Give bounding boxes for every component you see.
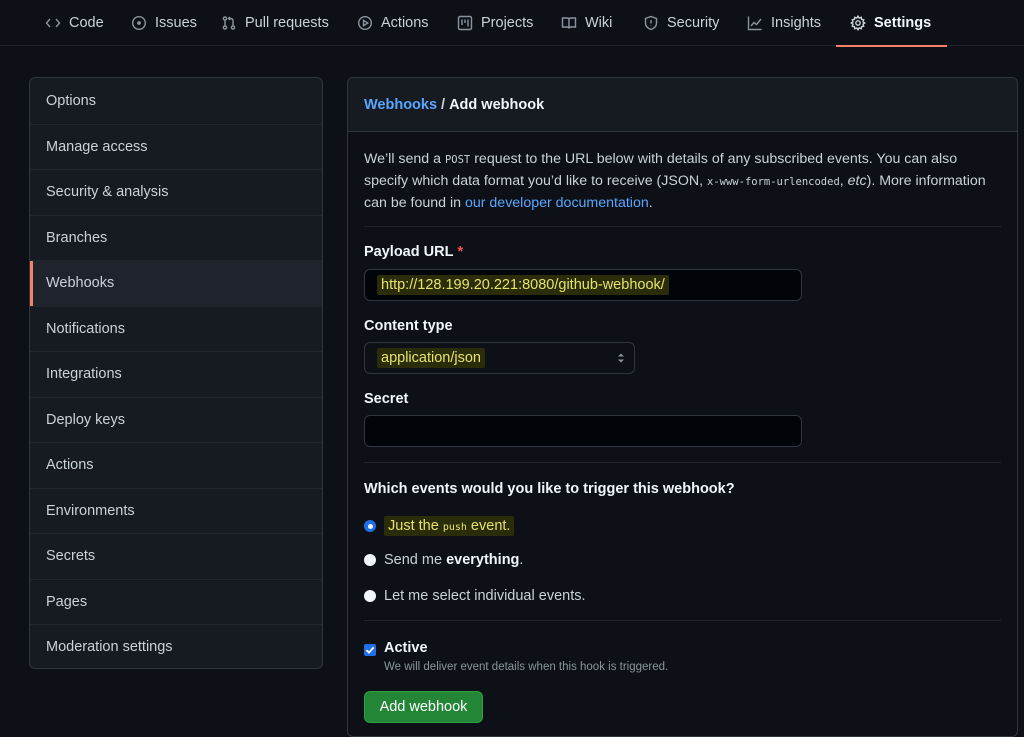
developer-docs-link[interactable]: our developer documentation bbox=[465, 195, 649, 211]
payload-url-label: Payload URL * bbox=[364, 244, 464, 260]
gear-icon bbox=[850, 15, 866, 31]
sidebar-item-notifications[interactable]: Notifications bbox=[30, 305, 322, 352]
divider bbox=[364, 462, 1001, 463]
tab-projects[interactable]: Projects bbox=[457, 0, 533, 46]
code-post: POST bbox=[444, 154, 471, 166]
tab-insights[interactable]: Insights bbox=[747, 0, 821, 46]
repo-tab-bar: Code Issues Pull requests Actions Projec… bbox=[0, 0, 1024, 47]
tab-actions[interactable]: Actions bbox=[357, 0, 429, 46]
radio-button[interactable] bbox=[364, 590, 376, 602]
code-icon bbox=[45, 18, 61, 28]
sidebar-item-secrets[interactable]: Secrets bbox=[30, 533, 322, 579]
required-marker: * bbox=[457, 244, 464, 260]
tab-wiki[interactable]: Wiki bbox=[561, 0, 612, 46]
code-form-urlencoded: x-www-form-urlencoded bbox=[707, 176, 840, 188]
issue-icon bbox=[131, 15, 147, 31]
selected-indicator bbox=[30, 261, 33, 306]
active-tab-underline bbox=[836, 45, 948, 47]
sidebar-item-moderation-settings[interactable]: Moderation settings bbox=[30, 624, 322, 668]
page-title: Add webhook bbox=[449, 96, 545, 113]
radio-button-checked[interactable] bbox=[364, 520, 376, 532]
radio-button[interactable] bbox=[364, 554, 376, 566]
breadcrumb-separator: / bbox=[441, 96, 446, 113]
events-question: Which events would you like to trigger t… bbox=[364, 481, 735, 497]
radio-everything[interactable]: Send me everything. bbox=[364, 552, 523, 568]
shield-icon bbox=[644, 15, 658, 31]
sidebar-item-options[interactable]: Options bbox=[30, 78, 322, 124]
content-type-label: Content type bbox=[364, 318, 453, 334]
divider bbox=[364, 620, 1001, 621]
sidebar-item-branches[interactable]: Branches bbox=[30, 214, 322, 261]
tab-pull-requests[interactable]: Pull requests bbox=[221, 0, 329, 46]
intro-text: We’ll send a POST request to the URL bel… bbox=[364, 151, 986, 211]
tab-settings[interactable]: Settings bbox=[836, 0, 948, 47]
payload-url-value: http://128.199.20.221:8080/github-webhoo… bbox=[377, 275, 669, 295]
sidebar-item-manage-access[interactable]: Manage access bbox=[30, 123, 322, 170]
settings-sidebar: Options Manage access Security & analysi… bbox=[29, 77, 323, 669]
add-webhook-panel: Webhooks / Add webhook We’ll send a POST… bbox=[347, 77, 1018, 737]
content-type-select[interactable]: application/json bbox=[364, 342, 635, 374]
breadcrumb-webhooks-link[interactable]: Webhooks bbox=[364, 97, 437, 113]
sidebar-item-actions[interactable]: Actions bbox=[30, 442, 322, 488]
radio-push-label: Just the push event. bbox=[384, 516, 515, 536]
sidebar-item-deploy-keys[interactable]: Deploy keys bbox=[30, 396, 322, 443]
radio-push-event[interactable]: Just the push event. bbox=[364, 516, 515, 536]
radio-individual-events[interactable]: Let me select individual events. bbox=[364, 588, 586, 604]
project-icon bbox=[457, 15, 473, 31]
radio-everything-label: Send me everything. bbox=[384, 552, 524, 568]
sidebar-item-pages[interactable]: Pages bbox=[30, 578, 322, 625]
graph-icon bbox=[747, 16, 762, 31]
tab-code[interactable]: Code bbox=[45, 0, 104, 46]
checkmark-icon bbox=[365, 646, 375, 654]
sidebar-item-environments[interactable]: Environments bbox=[30, 487, 322, 534]
add-webhook-button[interactable]: Add webhook bbox=[364, 691, 483, 723]
payload-url-input[interactable]: http://128.199.20.221:8080/github-webhoo… bbox=[364, 269, 802, 301]
tab-security[interactable]: Security bbox=[643, 0, 719, 46]
tab-issues[interactable]: Issues bbox=[131, 0, 197, 46]
pull-request-icon bbox=[222, 16, 236, 30]
sidebar-item-integrations[interactable]: Integrations bbox=[30, 351, 322, 397]
sidebar-item-webhooks[interactable]: Webhooks bbox=[30, 260, 322, 306]
secret-input[interactable] bbox=[364, 415, 802, 447]
active-note: We will deliver event details when this … bbox=[384, 661, 669, 673]
select-arrows-icon bbox=[618, 353, 624, 363]
sidebar-item-security-analysis[interactable]: Security & analysis bbox=[30, 169, 322, 215]
breadcrumb: Webhooks / Add webhook bbox=[348, 78, 1017, 132]
book-icon bbox=[561, 17, 577, 29]
divider bbox=[364, 226, 1001, 227]
radio-individual-label: Let me select individual events. bbox=[384, 588, 586, 604]
content-type-value: application/json bbox=[377, 348, 485, 368]
active-checkbox[interactable] bbox=[364, 644, 376, 656]
secret-label: Secret bbox=[364, 391, 409, 407]
play-icon bbox=[357, 15, 373, 31]
active-label: Active bbox=[384, 640, 428, 656]
